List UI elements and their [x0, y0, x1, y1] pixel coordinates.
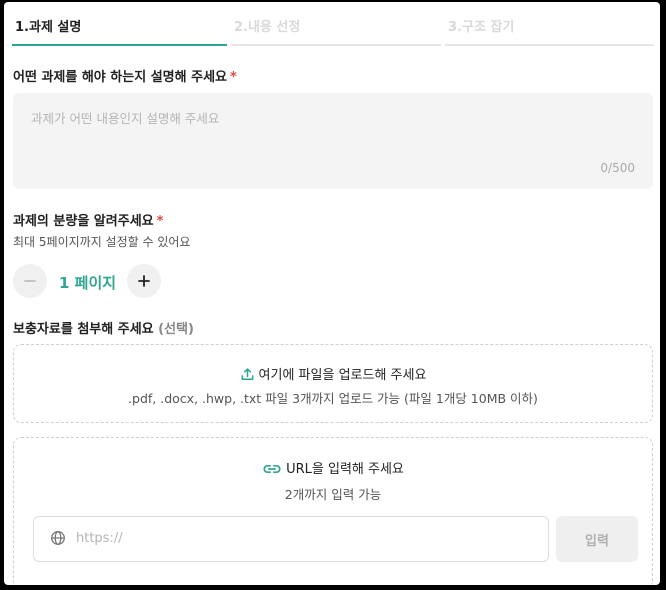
upload-title-text: 여기에 파일을 업로드해 주세요 — [258, 368, 427, 383]
step-tabs: 1.과제 설명 2.내용 선정 3.구조 잡기 — [12, 2, 654, 46]
file-upload-dropzone[interactable]: 여기에 파일을 업로드해 주세요 .pdf, .docx, .hwp, .txt… — [13, 344, 653, 423]
url-title-text: URL을 입력해 주세요 — [286, 462, 404, 477]
description-textarea[interactable]: 과제가 어떤 내용인지 설명해 주세요 0/500 — [13, 93, 653, 189]
url-input-section: URL을 입력해 주세요 2개까지 입력 가능 https:// 입력 — [13, 437, 653, 585]
globe-icon — [51, 531, 65, 545]
required-mark: * — [230, 70, 237, 85]
required-mark: * — [156, 214, 164, 229]
tab-indicator — [231, 44, 441, 46]
question-text: 과제의 분량을 알려주세요 — [13, 214, 154, 229]
tab-indicator — [445, 44, 654, 46]
upload-title: 여기에 파일을 업로드해 주세요 — [14, 364, 652, 383]
volume-question: 과제의 분량을 알려주세요 * — [13, 210, 163, 229]
attachments-question: 보충자료를 첨부해 주세요 (선택) — [13, 318, 194, 337]
tab-step-3[interactable]: 3.구조 잡기 — [445, 2, 654, 46]
plus-icon — [138, 275, 150, 287]
increment-button[interactable] — [127, 264, 161, 298]
tab-label: 1.과제 설명 — [15, 20, 82, 35]
description-question: 어떤 과제를 해야 하는지 설명해 주세요 * — [13, 66, 237, 85]
textarea-placeholder: 과제가 어떤 내용인지 설명해 주세요 — [31, 111, 220, 126]
url-input[interactable]: https:// — [33, 516, 549, 562]
url-placeholder: https:// — [76, 531, 123, 546]
decrement-button[interactable] — [13, 264, 47, 298]
url-submit-button[interactable]: 입력 — [556, 516, 638, 562]
upload-desc: .pdf, .docx, .hwp, .txt 파일 3개까지 업로드 가능 (… — [128, 391, 538, 406]
tab-indicator — [12, 44, 227, 46]
tab-step-1[interactable]: 1.과제 설명 — [12, 2, 227, 46]
page-count-value: 1 페이지 — [59, 274, 117, 292]
question-text: 보충자료를 첨부해 주세요 — [13, 322, 154, 337]
tab-step-2[interactable]: 2.내용 선정 — [231, 2, 441, 46]
upload-icon — [241, 368, 253, 380]
assignment-form: 1.과제 설명 2.내용 선정 3.구조 잡기 어떤 과제를 해야 하는지 설명… — [4, 2, 660, 585]
url-desc: 2개까지 입력 가능 — [284, 487, 382, 502]
link-icon — [263, 465, 281, 473]
optional-note: (선택) — [158, 322, 194, 337]
minus-icon — [24, 280, 36, 282]
volume-hint: 최대 5페이지까지 설정할 수 있어요 — [13, 235, 191, 249]
url-title: URL을 입력해 주세요 — [14, 458, 652, 477]
tab-label: 3.구조 잡기 — [448, 20, 515, 35]
tab-label: 2.내용 선정 — [234, 20, 301, 35]
char-counter: 0/500 — [600, 161, 635, 175]
question-text: 어떤 과제를 해야 하는지 설명해 주세요 — [13, 70, 227, 85]
